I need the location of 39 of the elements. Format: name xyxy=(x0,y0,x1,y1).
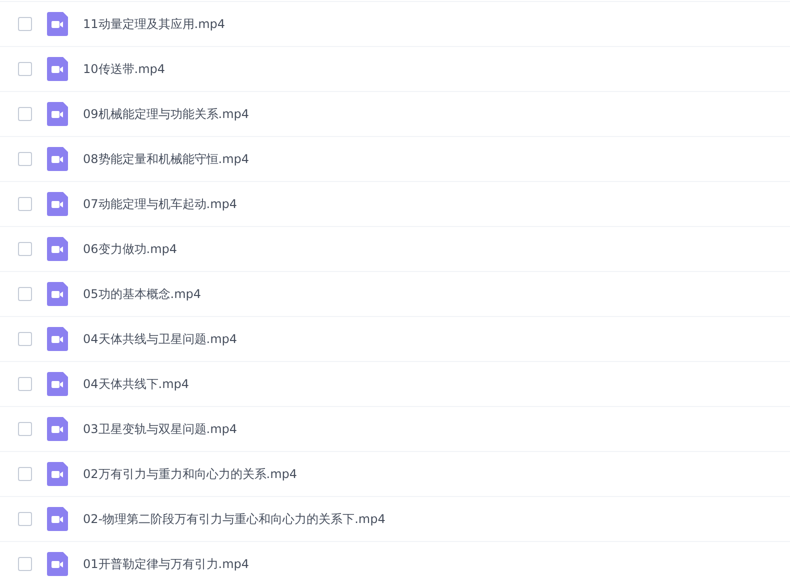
file-name[interactable]: 01开普勒定律与万有引力.mp4 xyxy=(83,556,250,572)
checkbox[interactable] xyxy=(18,17,32,31)
file-name[interactable]: 05功的基本概念.mp4 xyxy=(83,286,202,302)
checkbox[interactable] xyxy=(18,197,32,211)
video-file-icon xyxy=(47,372,68,396)
file-name[interactable]: 08势能定量和机械能守恒.mp4 xyxy=(83,150,250,168)
file-name[interactable]: 06变力做功.mp4 xyxy=(83,240,178,258)
video-file-icon xyxy=(47,462,68,486)
video-file-icon xyxy=(47,552,68,576)
file-name[interactable]: 03卫星变轨与双星问题.mp4 xyxy=(83,420,238,438)
file-name[interactable]: 04天体共线与卫星问题.mp4 xyxy=(83,330,238,348)
checkbox[interactable] xyxy=(18,377,32,391)
video-file-icon xyxy=(47,507,68,531)
video-file-icon xyxy=(47,237,68,261)
video-file-icon xyxy=(47,327,68,351)
file-name[interactable]: 04天体共线下.mp4 xyxy=(83,376,190,392)
checkbox[interactable] xyxy=(18,242,32,256)
video-file-icon xyxy=(47,192,68,216)
checkbox[interactable] xyxy=(18,287,32,301)
checkbox[interactable] xyxy=(18,107,32,121)
video-file-icon xyxy=(47,102,68,126)
checkbox[interactable] xyxy=(18,512,32,526)
file-name[interactable]: 07动能定理与机车起动.mp4 xyxy=(83,196,238,212)
file-name[interactable]: 10传送带.mp4 xyxy=(83,60,166,78)
file-name[interactable]: 02万有引力与重力和向心力的关系.mp4 xyxy=(83,466,298,482)
video-file-icon xyxy=(47,12,68,36)
video-file-icon xyxy=(47,147,68,171)
file-name[interactable]: 11动量定理及其应用.mp4 xyxy=(83,16,226,32)
checkbox[interactable] xyxy=(18,422,32,436)
checkbox[interactable] xyxy=(18,557,32,571)
checkbox[interactable] xyxy=(18,467,32,481)
checkbox[interactable] xyxy=(18,332,32,346)
checkbox[interactable] xyxy=(18,62,32,76)
checkbox[interactable] xyxy=(18,152,32,166)
file-name[interactable]: 09机械能定理与功能关系.mp4 xyxy=(83,106,250,122)
file-name[interactable]: 02-物理第二阶段万有引力与重心和向心力的关系下.mp4 xyxy=(83,510,386,528)
video-file-icon xyxy=(47,57,68,81)
video-file-icon xyxy=(47,417,68,441)
video-file-icon xyxy=(47,282,68,306)
